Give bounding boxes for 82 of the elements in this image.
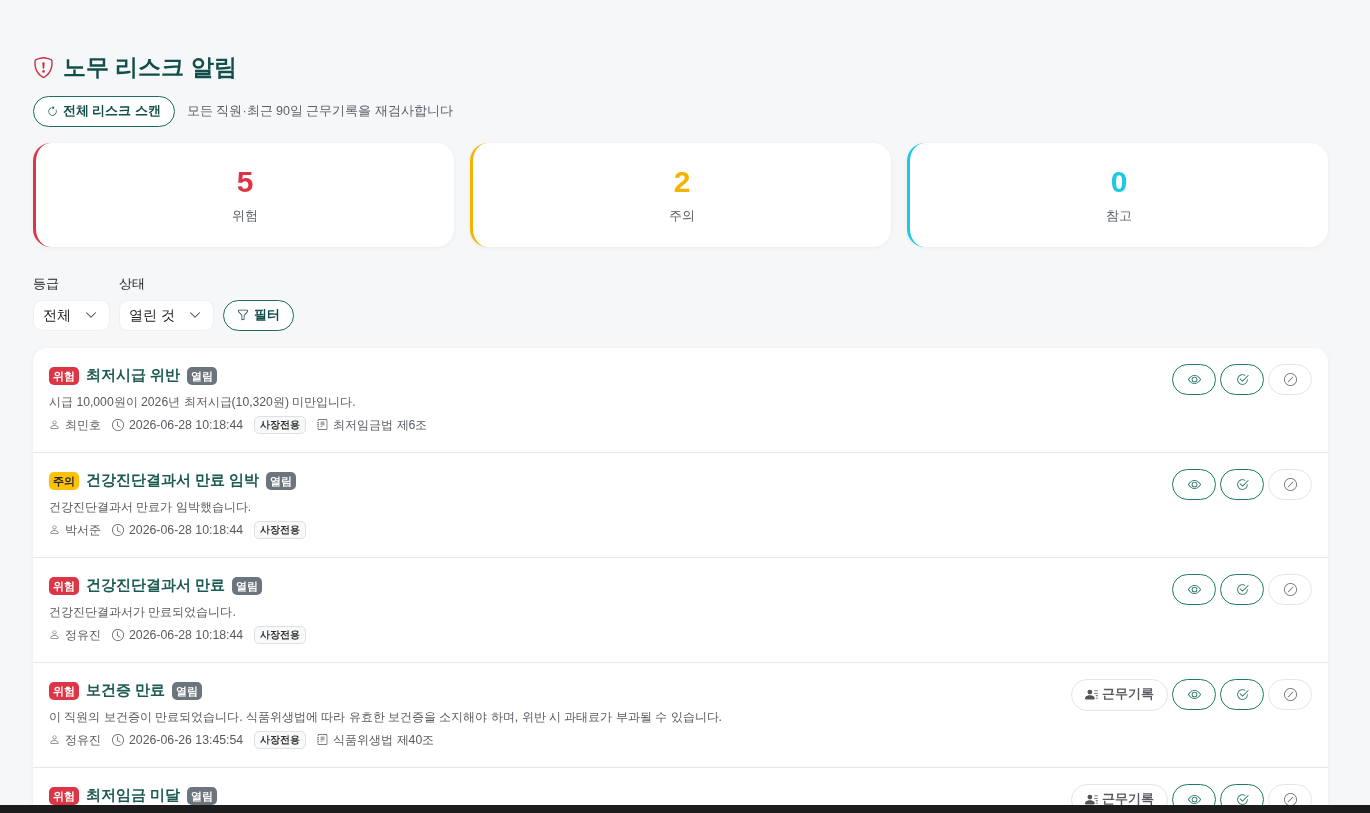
tag-badge: 사장전용 (254, 625, 307, 644)
alert-time: 2026-06-26 13:45:54 (129, 731, 244, 749)
status-label: 상태 (119, 276, 145, 293)
stat-count: 0 (1110, 164, 1128, 201)
full-scan-button[interactable]: 전체 리스크 스캔 (33, 96, 175, 127)
stat-label: 참고 (1106, 207, 1132, 226)
person-lines-icon (1085, 793, 1098, 805)
clock-icon (112, 733, 124, 746)
ban-icon (1283, 688, 1297, 702)
document-icon (317, 734, 329, 746)
employee-name: 최민호 (65, 416, 101, 434)
filter-button[interactable]: 필터 (222, 299, 294, 331)
person-icon (49, 419, 60, 431)
alert-title: 보건증 만료 (86, 681, 166, 701)
alert-title: 최저임금 미달 (86, 786, 181, 805)
employee-name: 정유진 (65, 731, 101, 749)
tag-badge: 사장전용 (254, 730, 307, 749)
clock-icon (112, 418, 124, 431)
person-icon (49, 629, 60, 641)
tag-badge: 사장전용 (254, 520, 307, 539)
stat-label: 위험 (232, 207, 258, 226)
eye-icon (1187, 688, 1201, 702)
grade-select[interactable]: 전체 (33, 299, 110, 331)
person-icon (49, 524, 60, 536)
stat-count: 5 (236, 164, 254, 201)
ban-icon (1283, 793, 1297, 805)
alert-description: 이 직원의 보건증이 만료되었습니다. 식품위생법에 따라 유효한 보건증을 소지해야 하며, 위반 시 과태료가 부과될 수 있습니다. (49, 708, 722, 726)
alert-title: 최저시급 위반 (86, 366, 181, 386)
scan-description: 모든 직원·최근 90일 근무기록을 재검사합니다 (186, 103, 453, 121)
eye-icon (1187, 793, 1201, 805)
ban-icon (1283, 582, 1297, 596)
employee-name: 정유진 (65, 626, 101, 644)
alert-time: 2026-06-28 10:18:44 (129, 521, 244, 539)
status-badge: 열림 (187, 367, 218, 386)
resolve-button[interactable] (1220, 573, 1264, 605)
refresh-icon (47, 106, 58, 117)
page-title: 노무 리스크 알림 (63, 52, 237, 82)
severity-badge: 위험 (49, 787, 79, 805)
employee-name: 박서준 (65, 521, 101, 539)
alert-description: 건강진단결과서가 만료되었습니다. (49, 603, 236, 621)
work-log-button[interactable]: 근무기록 (1071, 678, 1168, 711)
ban-icon (1283, 477, 1297, 491)
severity-badge: 위험 (49, 577, 79, 596)
person-icon (49, 734, 60, 746)
law-reference: 최저임금법 제6조 (333, 416, 428, 434)
status-select[interactable]: 열린 것 (119, 299, 214, 331)
person-lines-icon (1085, 688, 1098, 702)
ban-icon (1283, 372, 1297, 386)
alert-time: 2026-06-28 10:18:44 (129, 416, 244, 434)
tag-badge: 사장전용 (254, 415, 307, 434)
severity-badge: 주의 (49, 472, 79, 491)
alert-title: 건강진단결과서 만료 (86, 576, 226, 596)
severity-badge: 위험 (49, 682, 79, 701)
alert-title: 건강진단결과서 만료 임박 (86, 471, 260, 491)
severity-badge: 위험 (49, 367, 79, 386)
status-badge: 열림 (187, 787, 218, 805)
eye-icon (1187, 477, 1201, 491)
clock-icon (112, 523, 124, 536)
view-button[interactable] (1172, 679, 1216, 711)
resolve-button[interactable] (1220, 363, 1264, 395)
document-icon (317, 419, 329, 431)
resolve-button[interactable] (1220, 679, 1264, 711)
alert-time: 2026-06-28 10:18:44 (129, 626, 244, 644)
resolve-button[interactable] (1220, 468, 1264, 500)
shield-alert-icon (33, 55, 54, 79)
status-badge: 열림 (232, 577, 263, 596)
alert-description: 건강진단결과서 만료가 임박했습니다. (49, 498, 252, 516)
eye-icon (1187, 372, 1201, 386)
status-badge: 열림 (266, 472, 297, 491)
status-badge: 열림 (172, 682, 203, 701)
stat-count: 2 (673, 164, 691, 201)
eye-icon (1187, 582, 1201, 596)
law-reference: 식품위생법 제40조 (333, 731, 435, 749)
alert-description: 시급 10,000원이 2026년 최저시급(10,320원) 미만입니다. (49, 393, 356, 411)
stat-label: 주의 (669, 207, 695, 226)
work-log-button[interactable]: 근무기록 (1071, 783, 1168, 805)
view-button[interactable] (1172, 363, 1216, 395)
view-button[interactable] (1172, 573, 1216, 605)
clock-icon (112, 628, 124, 641)
grade-label: 등급 (33, 276, 59, 293)
view-button[interactable] (1172, 468, 1216, 500)
funnel-icon (236, 309, 249, 322)
